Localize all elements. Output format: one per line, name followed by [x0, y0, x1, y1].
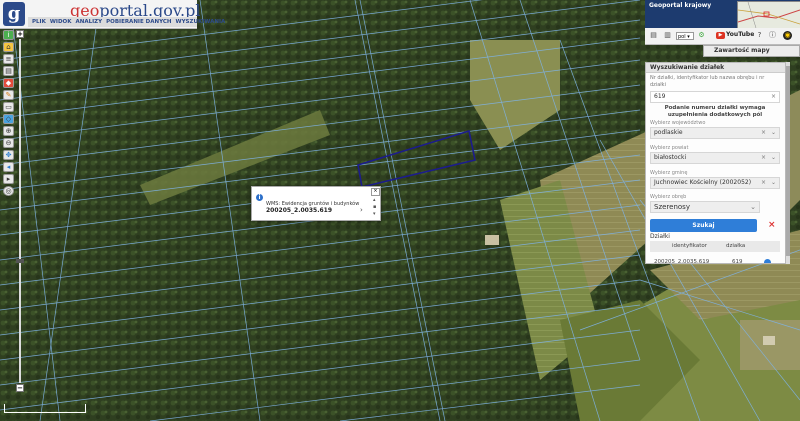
county-select[interactable]: białostocki × ⌄: [650, 152, 780, 164]
help-icon[interactable]: ?: [755, 31, 764, 40]
print-icon[interactable]: ▤: [649, 31, 658, 40]
parcel-search-input[interactable]: 619 ×: [650, 91, 780, 103]
geoportal-logo-icon[interactable]: g: [3, 2, 25, 26]
building: [763, 336, 775, 345]
clear-icon[interactable]: ×: [761, 128, 766, 138]
document-icon[interactable]: ▥: [663, 31, 672, 40]
zoom-slider[interactable]: + −: [16, 30, 24, 392]
ruler-icon[interactable]: ▭: [3, 102, 14, 112]
area-icon[interactable]: ◇: [3, 114, 14, 124]
info-icon[interactable]: i: [3, 30, 14, 40]
clear-form-icon[interactable]: ×: [768, 220, 776, 230]
full-extent-icon[interactable]: ◎: [3, 186, 14, 196]
pan-icon[interactable]: ✥: [3, 150, 14, 160]
voivodeship-label: Wybierz województwo: [650, 120, 706, 126]
zoom-out-icon[interactable]: ⊖: [3, 138, 14, 148]
clear-icon[interactable]: ×: [771, 92, 776, 102]
chevron-down-icon[interactable]: ⌄: [771, 153, 776, 163]
precinct-label: Wybierz obręb: [650, 194, 687, 200]
zoom-track[interactable]: [16, 39, 24, 383]
precinct-select[interactable]: Szerenosy ⌄: [650, 201, 760, 213]
measure-icon[interactable]: ◆: [3, 78, 14, 88]
popup-parcel-id: 200205_2.0035.619: [266, 207, 333, 214]
top-controls: ▤ ▥ pol ▾ ⚙ ▶ YouTube ? ⓘ ◉: [645, 28, 800, 45]
popup-scroll-arrows[interactable]: ▴ ▪ ▾: [373, 197, 376, 218]
accessibility-icon[interactable]: ◉: [783, 31, 792, 40]
menu-item-widok[interactable]: WIDOK: [50, 17, 72, 27]
chevron-right-icon[interactable]: ›: [360, 206, 363, 214]
menu-item-wyszukiwania[interactable]: WYSZUKIWANIA: [176, 17, 226, 27]
feature-info-popup: × i WMS: Ewidencja gruntów i budynków 20…: [251, 186, 381, 221]
zoom-minus-button[interactable]: −: [16, 384, 24, 392]
commune-select[interactable]: Juchnowiec Kościelny (2002052) × ⌄: [650, 177, 780, 189]
info-icon: i: [256, 194, 263, 201]
chevron-down-icon[interactable]: ⌄: [750, 202, 756, 212]
map-contents-button[interactable]: Zawartość mapy: [703, 45, 800, 57]
chevron-down-icon[interactable]: ⌄: [771, 178, 776, 188]
youtube-link[interactable]: ▶ YouTube: [716, 31, 754, 39]
popup-close-icon[interactable]: ×: [371, 188, 380, 196]
ribbon-title[interactable]: Geoportal krajowy: [649, 2, 711, 9]
zoom-plus-button[interactable]: +: [16, 30, 24, 38]
back-icon[interactable]: ◂: [3, 162, 14, 172]
app-header: g geoportal.gov.pl PLIK WIDOK ANALIZY PO…: [0, 0, 225, 29]
draw-icon[interactable]: ✎: [3, 90, 14, 100]
settings-icon[interactable]: ⚙: [697, 31, 706, 40]
menu-item-pobieranie[interactable]: POBIERANIE DANYCH: [106, 17, 171, 27]
col-identifier: identyfikator: [672, 243, 708, 249]
language-select[interactable]: pol ▾: [676, 32, 694, 40]
results-label: Działki: [650, 233, 670, 240]
overview-minimap[interactable]: [737, 1, 800, 29]
menu-item-analizy[interactable]: ANALIZY: [75, 17, 102, 27]
panel-title: Wyszukiwanie działek: [646, 63, 785, 73]
panel-scrollbar[interactable]: [786, 62, 790, 264]
zoom-in-icon[interactable]: ⊕: [3, 126, 14, 136]
map-toolbar: i ⌂ ≡ ▤ ◆ ✎ ▭ ◇ ⊕ ⊖ ✥ ◂ ▸ ◎: [3, 30, 15, 196]
print-icon[interactable]: ▤: [3, 66, 14, 76]
results-header: identyfikator działka: [650, 241, 780, 252]
layers-icon[interactable]: ≡: [3, 54, 14, 64]
scale-bar: [4, 404, 86, 413]
zoom-knob[interactable]: [16, 259, 24, 263]
col-parcel: działka: [726, 243, 746, 249]
voivodeship-select[interactable]: podlaskie × ⌄: [650, 127, 780, 139]
result-parcel: 619: [732, 259, 743, 264]
clear-icon[interactable]: ×: [761, 153, 766, 163]
building: [485, 235, 499, 245]
result-identifier: 200205_2.0035.619: [654, 259, 710, 264]
validation-warning: Podanie numeru działki wymaga uzupełnien…: [664, 105, 766, 118]
parcel-search-panel: Wyszukiwanie działek Nr działki, identyf…: [645, 62, 786, 264]
search-button[interactable]: Szukaj: [650, 219, 757, 232]
commune-label: Wybierz gminę: [650, 170, 688, 176]
zoom-to-result-icon[interactable]: [764, 259, 771, 263]
geoportal-ribbon: Geoportal krajowy: [645, 0, 800, 29]
county-label: Wybierz powiat: [650, 145, 689, 151]
chevron-down-icon[interactable]: ⌄: [771, 128, 776, 138]
clear-icon[interactable]: ×: [761, 178, 766, 188]
forward-icon[interactable]: ▸: [3, 174, 14, 184]
result-row[interactable]: 200205_2.0035.619 619: [650, 258, 780, 264]
home-icon[interactable]: ⌂: [3, 42, 14, 52]
main-menu: PLIK WIDOK ANALIZY POBIERANIE DANYCH WYS…: [28, 17, 225, 27]
info-circle-icon[interactable]: ⓘ: [768, 31, 777, 40]
menu-item-plik[interactable]: PLIK: [32, 17, 46, 27]
search-description: Nr działki, identyfikator lub nazwa obrę…: [650, 75, 765, 88]
